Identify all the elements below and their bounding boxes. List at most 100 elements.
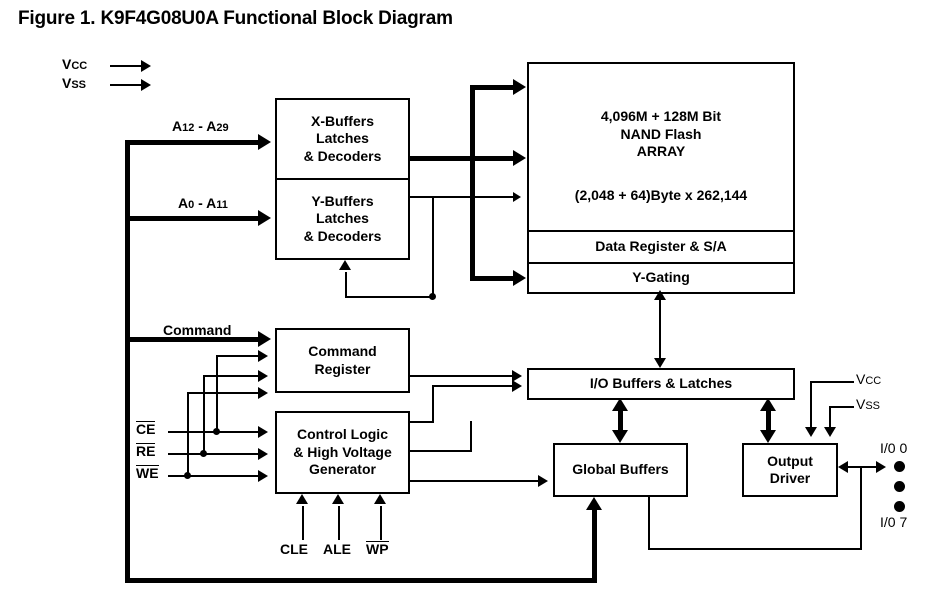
ce-branch-wire [216,355,263,357]
array-mid-input-wire [470,156,518,161]
addr-high-dash: - [194,118,207,134]
global-buffers-block: Global Buffers [553,443,688,497]
vss-output-arrow-icon [824,427,836,437]
vss-input-subscript: SS [71,79,87,91]
x-buffers-block: X-Buffers Latches & Decoders [275,98,410,180]
y-buffer-feedback-vertical [432,196,434,298]
y-buffers-line-1: Y-Buffers [311,192,374,209]
command-input-label: Command [163,322,232,338]
control-logic-line-2: & High Voltage [293,443,392,460]
wp-input-text: WP [366,541,389,557]
figure-title: Figure 1. K9F4G08U0A Functional Block Di… [18,8,453,29]
control-logic-block: Control Logic & High Voltage Generator [275,411,410,494]
control-logic-out-arrow-icon-a [512,380,522,392]
ce-input-label: CE [136,421,156,437]
io-global-link-down-arrow-icon [612,430,628,443]
vss-output-wire-v [829,406,831,429]
control-logic-out-riser-b [470,421,472,452]
ybuffer-feedback-riser [345,272,347,298]
address-bus-low-wire [125,216,263,221]
we-input-text: WE [136,465,159,481]
io-pin-dot-1 [894,461,905,472]
io-pin-first-label: I/0 0 [880,440,908,456]
x-buffers-line-1: X-Buffers [310,112,374,129]
command-register-block: Command Register [275,328,410,393]
ce-branch-junction-dot [213,428,220,435]
vcc-input-text: V [62,56,72,72]
re-input-arrow-icon [258,448,268,460]
io-pin-dot-3 [894,501,905,512]
io-global-link-up-arrow-icon [612,398,628,411]
vss-input-text: V [62,75,72,91]
io-return-riser [860,466,862,550]
vcc-output-text: V [856,371,866,387]
we-branch-junction-dot [184,472,191,479]
ce-branch-riser [216,355,218,433]
we-branch-riser [187,392,189,477]
figure-canvas: Figure 1. K9F4G08U0A Functional Block Di… [0,0,934,595]
ce-input-arrow-icon [258,426,268,438]
ce-input-text: CE [136,421,156,437]
address-bus-high-wire [125,140,263,145]
addr-high-sub2: 29 [216,122,229,134]
command-input-arrow-icon [258,331,271,347]
ce-branch-arrow-icon [258,350,268,362]
x-buffer-bus-vertical [470,85,475,281]
addr-high-a1: A [172,118,183,134]
ybuffer-feedback-arrow-icon [339,260,351,270]
control-logic-line-3: Generator [309,461,376,478]
bottom-return-bus [125,578,597,583]
command-input-wire [125,337,263,342]
x-buffers-line-3: & Decoders [303,147,382,164]
vss-output-wire-h [829,406,854,408]
y-buffers-line-3: & Decoders [303,227,382,244]
x-buffers-line-2: Latches [316,130,369,147]
io-pin-last-label: I/0 7 [880,514,908,530]
command-register-out-wire [410,375,515,377]
addr-low-a2: A [206,195,217,211]
control-logic-line-1: Control Logic [297,426,388,443]
address-bus-low-arrow-icon [258,210,271,226]
vcc-input-arrow-icon [141,60,151,72]
y-buffer-out-wire [408,196,518,198]
array-top-input-wire [470,85,518,90]
addr-low-sub2: 11 [216,199,228,211]
addr-high-sub1: 12 [182,122,195,134]
io-outputdriver-link-down-arrow-icon [760,430,776,443]
io-return-to-global-riser [648,497,650,550]
re-input-text: RE [136,443,156,459]
wp-input-label: WP [366,541,389,557]
cle-input-label: CLE [280,541,308,557]
control-logic-global-arrow-icon [538,475,548,487]
left-bus-rail [125,140,130,582]
vcc-input-subscript: CC [71,60,88,72]
addr-high-a2: A [206,118,217,134]
we-branch-arrow-icon [258,387,268,399]
array-capacity: (2,048 + 64)Byte x 262,144 [574,186,748,203]
y-buffer-out-arrow-icon [513,192,521,202]
vcc-output-wire-h [810,381,854,383]
vcc-input-label: VCC [62,56,87,72]
ale-input-wire [338,506,340,540]
vcc-input-wire [110,65,144,67]
y-gating-input-arrow-icon [513,270,526,286]
address-bus-low-label: A0 - A11 [178,195,228,211]
array-top-input-arrow-icon [513,79,526,95]
wp-input-arrow-icon [374,494,386,504]
ale-input-label: ALE [323,541,351,557]
array-line-2: NAND Flash [620,125,702,142]
y-gating-input-wire [470,276,518,281]
control-logic-out-riser-a [432,385,434,423]
array-line-1: 4,096M + 128M Bit [600,108,722,124]
vcc-output-subscript: CC [865,375,882,387]
bottom-return-riser [592,510,597,580]
we-input-arrow-icon [258,470,268,482]
output-driver-line-1: Output [767,452,813,469]
vcc-output-wire-v [810,381,812,429]
y-gating-bus-corner [470,276,475,281]
we-input-label: WE [136,465,159,481]
y-buffers-line-2: Latches [316,210,369,227]
vcc-output-label: VCC [856,371,881,387]
re-branch-junction-dot [200,450,207,457]
output-driver-block: Output Driver [742,443,838,497]
